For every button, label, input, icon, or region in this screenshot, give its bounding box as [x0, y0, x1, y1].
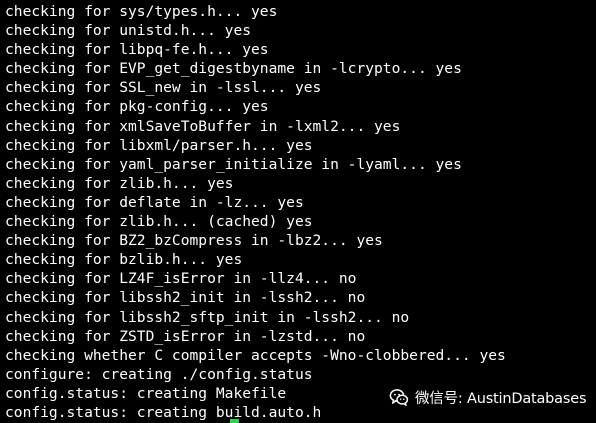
terminal-output: checking for sys/types.h... yes checking… [5, 2, 506, 422]
output-line: checking for zlib.h... (cached) yes [5, 213, 313, 231]
output-line: checking for libpq-fe.h... yes [5, 41, 269, 59]
output-line: checking whether C compiler accepts -Wno… [5, 346, 506, 364]
output-line: checking for sys/types.h... yes [5, 3, 278, 20]
watermark-text: 微信号: AustinDatabases [415, 390, 587, 407]
output-line: checking for xmlSaveToBuffer in -lxml2..… [5, 117, 401, 135]
terminal-window[interactable]: checking for sys/types.h... yes checking… [0, 0, 596, 423]
output-line: checking for EVP_get_digestbyname in -lc… [5, 60, 462, 78]
output-line: checking for libxml/parser.h... yes [5, 136, 313, 154]
output-line: checking for BZ2_bzCompress in -lbz2... … [5, 232, 383, 250]
output-line: checking for zlib.h... yes [5, 174, 234, 192]
output-line: configure: creating ./config.status [5, 365, 313, 383]
output-line: checking for unistd.h... yes [5, 22, 252, 40]
terminal-cursor [230, 419, 239, 423]
wechat-icon [389, 387, 409, 407]
output-line: checking for ZSTD_isError in -lzstd... n… [5, 327, 366, 345]
output-line: checking for pkg-config... yes [5, 98, 269, 116]
output-line: checking for SSL_new in -lssl... yes [5, 79, 322, 97]
output-line: checking for yaml_parser_initialize in -… [5, 155, 462, 173]
output-line: checking for deflate in -lz... yes [5, 193, 304, 211]
output-line: checking for bzlib.h... yes [5, 251, 243, 269]
output-line: checking for libssh2_sftp_init in -lssh2… [5, 308, 410, 326]
watermark: 微信号: AustinDatabases [389, 385, 587, 409]
output-line: checking for LZ4F_isError in -llz4... no [5, 270, 357, 288]
output-line: checking for libssh2_init in -lssh2... n… [5, 289, 366, 307]
